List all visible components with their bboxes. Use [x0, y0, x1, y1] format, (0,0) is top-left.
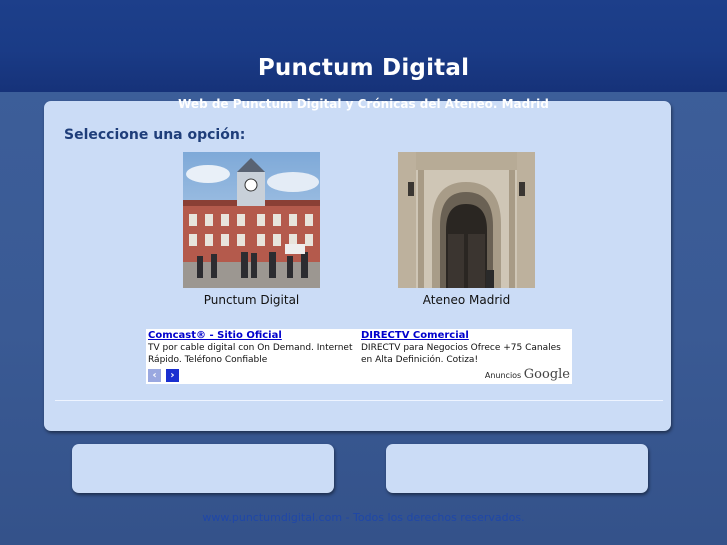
- ad-link-comcast[interactable]: Comcast® - Sitio Oficial: [148, 330, 360, 341]
- google-logo: Google: [523, 367, 570, 382]
- chevron-right-icon[interactable]: ›: [165, 369, 179, 382]
- ad-description: TV por cable digital con On Demand. Inte…: [148, 343, 353, 365]
- option-punctum-digital[interactable]: Punctum Digital: [183, 152, 320, 307]
- ad-item: Comcast® - Sitio Oficial TV por cable di…: [148, 329, 360, 366]
- footer-copyright: www.punctumdigital.com - Todos los derec…: [202, 511, 525, 524]
- ads-block: Comcast® - Sitio Oficial TV por cable di…: [146, 329, 572, 384]
- town-hall-photo[interactable]: [183, 152, 320, 288]
- ad-navigation: ‹ ›: [148, 369, 181, 382]
- option-ateneo-madrid[interactable]: Ateneo Madrid: [398, 152, 535, 307]
- ad-item: DIRECTV Comercial DIRECTV para Negocios …: [361, 329, 573, 366]
- option-label[interactable]: Ateneo Madrid: [398, 293, 535, 307]
- selection-prompt: Seleccione una opción:: [64, 127, 246, 143]
- ateneo-doorway-photo[interactable]: [398, 152, 535, 288]
- ads-credit[interactable]: Anuncios Google: [485, 367, 570, 382]
- panel-divider: [55, 400, 663, 401]
- ad-link-directv[interactable]: DIRECTV Comercial: [361, 330, 573, 341]
- bottom-box-right: [386, 444, 648, 493]
- ads-credit-label: Anuncios: [484, 371, 522, 380]
- ad-description: DIRECTV para Negocios Ofrece +75 Canales…: [361, 343, 561, 365]
- site-title: Punctum Digital: [257, 55, 470, 81]
- site-subtitle: Web de Punctum Digital y Crónicas del At…: [178, 97, 549, 111]
- chevron-left-icon[interactable]: ‹: [148, 369, 161, 382]
- bottom-box-left: [72, 444, 334, 493]
- option-label[interactable]: Punctum Digital: [183, 293, 320, 307]
